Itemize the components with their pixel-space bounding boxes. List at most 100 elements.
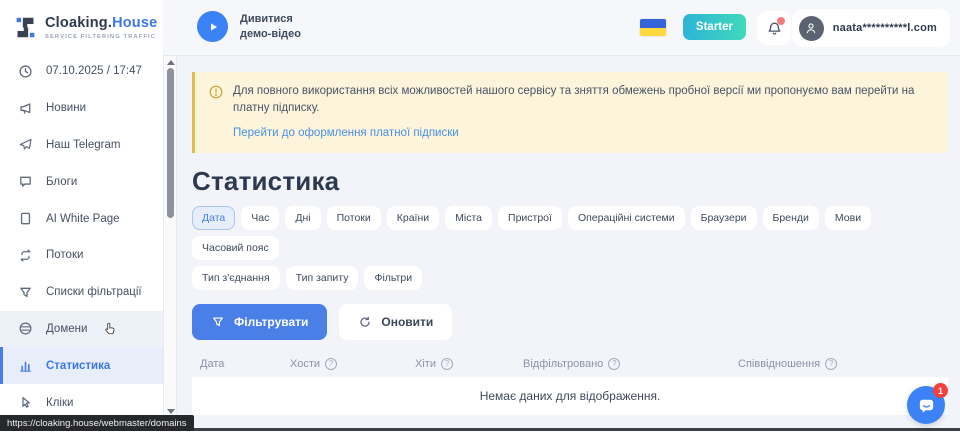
help-icon[interactable]: ? bbox=[325, 358, 337, 370]
clock-icon bbox=[18, 64, 33, 79]
column-header-hits: Хіти ? bbox=[415, 358, 523, 370]
watch-demo-button[interactable]: Дивитися демо-відео bbox=[197, 11, 301, 42]
language-flag-ukraine[interactable] bbox=[640, 19, 666, 36]
notification-dot bbox=[777, 17, 785, 25]
tab-days[interactable]: Дні bbox=[285, 206, 320, 230]
tab-devices[interactable]: Пристрої bbox=[498, 206, 562, 230]
main-content: Для повного використання всіх можливосте… bbox=[177, 56, 960, 428]
globe-icon bbox=[18, 321, 33, 336]
sidebar-item-label: AI White Page bbox=[46, 213, 120, 225]
warning-icon bbox=[209, 85, 223, 141]
user-account-button[interactable]: naata**********l.com bbox=[792, 9, 950, 47]
tab-cities[interactable]: Міста bbox=[445, 206, 492, 230]
sidebar-item-telegram[interactable]: Наш Telegram bbox=[0, 127, 163, 164]
sidebar-item-label: Потоки bbox=[46, 249, 83, 261]
logo-accent: House bbox=[112, 15, 157, 31]
stats-tabs-row2: Тип з'єднання Тип запиту Фільтри bbox=[192, 266, 948, 290]
sidebar-item-label: Домени bbox=[46, 323, 87, 335]
logo-tagline: SERVICE FILTERING TRAFFIC bbox=[45, 34, 157, 40]
user-email: naata**********l.com bbox=[833, 22, 937, 34]
sidebar-item-streams[interactable]: Потоки bbox=[0, 237, 163, 274]
link-status-bar: https://cloaking.house/webmaster/domains bbox=[0, 415, 194, 431]
bar-chart-icon bbox=[18, 358, 33, 373]
logo-text: Cloaking.House SERVICE FILTERING TRAFFIC bbox=[45, 14, 157, 40]
help-icon[interactable]: ? bbox=[441, 358, 453, 370]
page-title: Статистика bbox=[192, 166, 948, 197]
column-header-ratio: Співвідношення ? bbox=[738, 358, 940, 370]
filter-button-label: Фільтрувати bbox=[234, 315, 308, 329]
sidebar-item-label: Списки фільтрації bbox=[46, 286, 142, 298]
tab-browsers[interactable]: Браузери bbox=[691, 206, 757, 230]
tab-operating-systems[interactable]: Операційні системи bbox=[568, 206, 685, 230]
stats-tabs-row1: Дата Час Дні Потоки Країни Міста Пристро… bbox=[192, 206, 948, 260]
plan-badge-button[interactable]: Starter bbox=[683, 14, 746, 40]
notifications-button[interactable] bbox=[757, 11, 791, 45]
column-header-filtered: Відфільтровано ? bbox=[523, 358, 738, 370]
tab-countries[interactable]: Країни bbox=[387, 206, 439, 230]
tab-brands[interactable]: Бренди bbox=[763, 206, 819, 230]
chat-widget-button[interactable]: 1 bbox=[907, 386, 945, 424]
sidebar-item-blogs[interactable]: Блоги bbox=[0, 163, 163, 200]
trial-warning-banner: Для повного використання всіх можливосте… bbox=[192, 72, 948, 153]
tab-streams[interactable]: Потоки bbox=[327, 206, 381, 230]
sidebar-item-ai-white-page[interactable]: AI White Page bbox=[0, 200, 163, 237]
watch-demo-line1: Дивитися bbox=[240, 12, 301, 27]
column-label: Хости bbox=[290, 358, 320, 370]
chat-widget-icon bbox=[917, 396, 936, 415]
megaphone-icon bbox=[18, 101, 33, 116]
sidebar-item-label: Наш Telegram bbox=[46, 139, 120, 151]
scrollbar-up-arrow-icon[interactable] bbox=[167, 60, 175, 65]
cursor-icon bbox=[18, 395, 33, 410]
logo-name: Cloaking. bbox=[45, 15, 112, 31]
tab-time[interactable]: Час bbox=[241, 206, 279, 230]
page-icon bbox=[18, 211, 33, 226]
chat-unread-badge: 1 bbox=[933, 383, 948, 398]
tab-timezone[interactable]: Часовий пояс bbox=[192, 236, 279, 260]
help-icon[interactable]: ? bbox=[825, 358, 837, 370]
flag-yellow-stripe bbox=[640, 28, 666, 37]
header: Дивитися демо-відео Starter naata*******… bbox=[163, 0, 960, 56]
logo-icon bbox=[14, 15, 37, 40]
repeat-icon bbox=[18, 248, 33, 263]
watch-demo-line2: демо-відео bbox=[240, 27, 301, 42]
sidebar-item-label: Кліки bbox=[46, 397, 73, 409]
tab-connection-type[interactable]: Тип з'єднання bbox=[192, 266, 280, 290]
sidebar: Cloaking.House SERVICE FILTERING TRAFFIC… bbox=[0, 0, 163, 434]
sidebar-item-filter-lists[interactable]: Списки фільтрації bbox=[0, 274, 163, 311]
tab-request-type[interactable]: Тип запиту bbox=[286, 266, 359, 290]
flag-blue-stripe bbox=[640, 19, 666, 28]
column-label: Співвідношення bbox=[738, 358, 820, 370]
logo[interactable]: Cloaking.House SERVICE FILTERING TRAFFIC bbox=[0, 0, 163, 52]
sidebar-item-label: Статистика bbox=[46, 360, 110, 372]
help-icon[interactable]: ? bbox=[608, 358, 620, 370]
actions-row: Фільтрувати Оновити bbox=[192, 304, 948, 340]
sidebar-item-domains[interactable]: Домени bbox=[0, 311, 163, 348]
refresh-button-label: Оновити bbox=[381, 315, 433, 329]
column-header-date: Дата bbox=[200, 358, 290, 370]
sidebar-item-statistics[interactable]: Статистика bbox=[0, 347, 163, 384]
funnel-icon bbox=[211, 315, 225, 329]
refresh-button[interactable]: Оновити bbox=[339, 304, 452, 340]
watch-demo-label: Дивитися демо-відео bbox=[240, 12, 301, 42]
sidebar-item-label: Новини bbox=[46, 102, 86, 114]
user-avatar-icon bbox=[799, 16, 824, 41]
sidebar-item-label: 07.10.2025 / 17:47 bbox=[46, 65, 142, 77]
sidebar-menu: 07.10.2025 / 17:47 Новини Наш Telegram bbox=[0, 53, 163, 421]
subscription-link[interactable]: Перейти до оформлення платної підписки bbox=[233, 127, 459, 139]
tab-filters[interactable]: Фільтри bbox=[364, 266, 422, 290]
filter-button[interactable]: Фільтрувати bbox=[192, 304, 327, 340]
column-label: Дата bbox=[200, 358, 224, 370]
scrollbar-down-arrow-icon[interactable] bbox=[167, 409, 175, 414]
tab-languages[interactable]: Мови bbox=[825, 206, 871, 230]
tab-date[interactable]: Дата bbox=[192, 206, 235, 230]
sidebar-item-label: Блоги bbox=[46, 176, 77, 188]
column-label: Хіти bbox=[415, 358, 436, 370]
sidebar-item-news[interactable]: Новини bbox=[0, 90, 163, 127]
sidebar-scrollbar[interactable] bbox=[163, 56, 177, 418]
table-empty-state: Немає даних для відображення. bbox=[192, 377, 948, 415]
refresh-icon bbox=[358, 315, 372, 329]
table-header-row: Дата Хости ? Хіти ? Відфільтровано ? Спі… bbox=[192, 353, 948, 375]
sidebar-item-date[interactable]: 07.10.2025 / 17:47 bbox=[0, 53, 163, 90]
window-bottom-border bbox=[155, 428, 960, 431]
scrollbar-thumb[interactable] bbox=[167, 68, 174, 218]
